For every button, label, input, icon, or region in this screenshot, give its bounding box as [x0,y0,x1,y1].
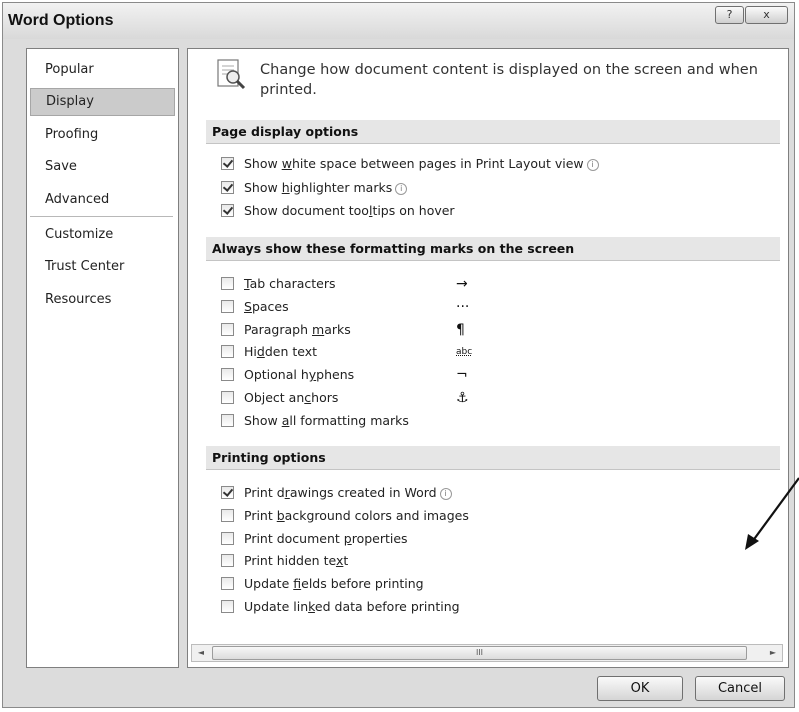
panel-description: Change how document content is displayed… [260,62,758,98]
cancel-button[interactable]: Cancel [695,676,785,701]
info-icon: i [395,182,408,195]
checkbox[interactable] [221,322,234,336]
sidebar: Popular Display Proofing Save Advanced C… [26,48,179,668]
section-printing: Printing options [206,446,780,470]
sidebar-item-advanced[interactable]: Advanced [30,186,175,214]
scroll-thumb[interactable]: III [212,646,747,660]
option-label[interactable]: Hidden text [244,343,317,361]
option-label[interactable]: Object anchors [244,389,338,407]
sidebar-divider [30,216,173,217]
annotation-arrow-icon [745,477,799,550]
checkbox-checked[interactable] [221,204,234,217]
option-label[interactable]: Update fields before printing [244,575,424,593]
options-panel: Change how document content is displayed… [187,48,789,668]
checkbox-checked[interactable] [221,157,234,170]
option-label[interactable]: Show highlighter marks i [244,179,408,197]
ok-button[interactable]: OK [597,676,683,701]
sidebar-item-proofing[interactable]: Proofing [30,121,175,149]
checkbox-checked[interactable] [221,486,234,499]
option-label[interactable]: Print hidden text [244,552,348,570]
horizontal-scrollbar[interactable]: ◄ III ► [191,644,783,662]
option-label[interactable]: Tab characters [244,275,336,293]
word-options-dialog: Word Options ? x Popular Display Proofin… [2,2,795,708]
checkbox[interactable] [221,508,234,522]
checkbox[interactable] [221,554,234,568]
section-page-display: Page display options [206,120,780,144]
option-label[interactable]: Show white space between pages in Print … [244,155,599,173]
option-label[interactable]: Update linked data before printing [244,598,460,616]
option-label[interactable]: Spaces [244,298,289,316]
checkbox-checked[interactable] [221,180,234,194]
checkbox[interactable] [221,413,234,427]
checkbox[interactable] [221,391,234,404]
scroll-left-icon[interactable]: ◄ [193,645,209,661]
option-label[interactable]: Print drawings created in Word i [244,484,452,502]
checkbox[interactable] [221,531,234,545]
help-button[interactable]: ? [715,6,744,24]
formatting-mark-symbol-icon: abc [456,347,473,358]
checkbox[interactable] [221,277,234,290]
sidebar-item-popular[interactable]: Popular [30,56,175,84]
formatting-mark-symbol-icon: ¬ [456,367,468,384]
scroll-right-icon[interactable]: ► [765,645,781,661]
option-label[interactable]: Show document tooltips on hover [244,202,455,220]
dialog-title: Word Options [8,12,114,29]
option-label[interactable]: Print document properties [244,530,408,548]
option-label[interactable]: Paragraph marks [244,321,351,339]
info-icon: i [439,488,452,500]
option-label[interactable]: Show all formatting marks [244,412,409,430]
option-label[interactable]: Print background colors and images [244,507,469,525]
formatting-mark-symbol-icon: → [456,276,468,292]
checkbox[interactable] [221,577,234,591]
formatting-mark-symbol-icon: ¶ [456,321,465,338]
sidebar-item-save[interactable]: Save [30,153,175,181]
formatting-mark-symbol-icon: ··· [456,298,470,315]
sidebar-item-customize[interactable]: Customize [30,221,175,249]
close-button[interactable]: x [745,6,788,24]
checkbox[interactable] [221,368,234,382]
checkbox[interactable] [221,345,234,359]
sidebar-item-display[interactable]: Display [30,88,175,116]
checkbox[interactable] [221,299,234,313]
document-magnifier-icon [217,59,246,90]
section-formatting-marks: Always show these formatting marks on th… [206,237,780,261]
checkbox[interactable] [221,600,234,613]
formatting-mark-symbol-icon: ⚓ [456,390,469,406]
option-label[interactable]: Optional hyphens [244,366,354,384]
sidebar-item-trust-center[interactable]: Trust Center [30,253,175,281]
info-icon: i [586,159,599,171]
sidebar-item-resources[interactable]: Resources [30,286,175,314]
title-bar: Word Options ? x [3,3,794,39]
